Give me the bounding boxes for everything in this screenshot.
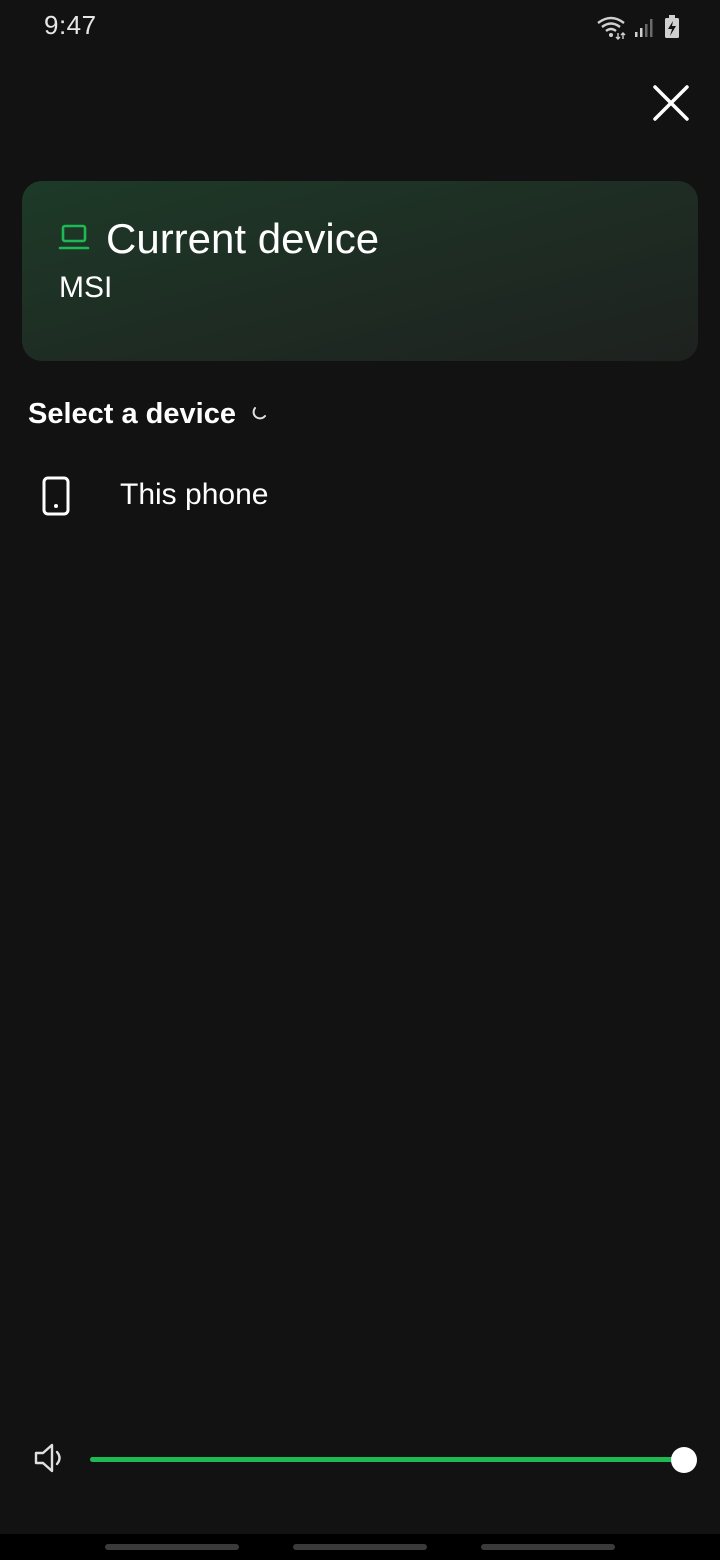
laptop-icon [58,222,90,257]
current-device-heading: Current device [106,215,380,262]
close-icon [653,85,689,121]
select-device-header: Select a device [28,398,268,431]
device-item-label: This phone [120,478,269,511]
phone-icon [40,476,72,521]
current-device-name: MSI [59,271,113,304]
volume-track [90,1457,684,1462]
select-device-title: Select a device [28,398,236,430]
status-icons [596,14,680,45]
volume-thumb[interactable] [671,1447,697,1473]
nav-home-button[interactable] [293,1544,427,1550]
current-device-header: Current device [58,213,379,265]
nav-back-button[interactable] [481,1544,615,1550]
battery-charging-icon [664,15,680,44]
device-item-this-phone[interactable]: This phone [0,462,720,530]
spinner-icon [252,404,268,425]
nav-recent-button[interactable] [105,1544,239,1550]
signal-icon [634,16,656,43]
status-bar: 9:47 [0,0,720,54]
volume-slider[interactable] [90,1446,697,1474]
current-device-card: Current device MSI [22,181,698,361]
navigation-bar [0,1534,720,1560]
volume-fill [90,1457,684,1462]
close-button[interactable] [646,78,696,128]
status-time: 9:47 [44,10,97,40]
speaker-icon[interactable] [32,1440,68,1476]
wifi-icon [596,14,626,45]
